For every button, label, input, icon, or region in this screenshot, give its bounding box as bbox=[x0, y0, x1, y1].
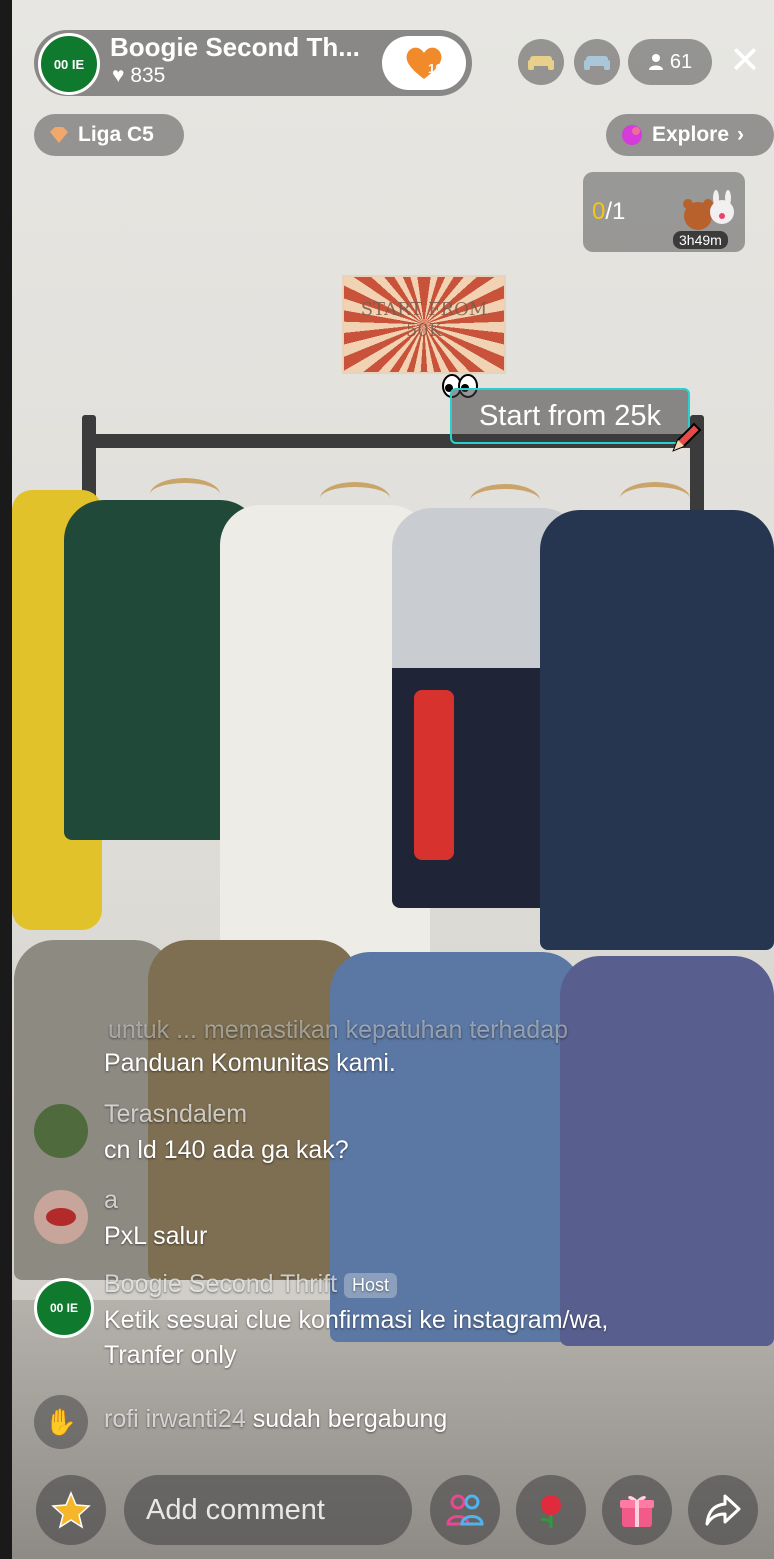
price-sticker: Start from 25k bbox=[450, 388, 690, 444]
join-text: sudah bergabung bbox=[252, 1405, 448, 1433]
door-frame bbox=[0, 0, 12, 1559]
likes-count: ♥ 835 bbox=[112, 64, 165, 88]
share-arrow-icon bbox=[705, 1494, 741, 1526]
top-viewer-seat-1[interactable] bbox=[518, 39, 564, 85]
star-button[interactable] bbox=[36, 1475, 106, 1545]
viewer-count: 61 bbox=[669, 50, 693, 73]
top-viewer-seat-2[interactable] bbox=[574, 39, 620, 85]
chat-message-text: Tranfer only bbox=[104, 1341, 237, 1369]
red-sleeve bbox=[414, 690, 454, 860]
live-stream-view: START FROM 50K 00 IE Boogie Second Th...… bbox=[0, 0, 774, 1559]
close-icon: ✕ bbox=[729, 40, 761, 82]
gift-button[interactable] bbox=[602, 1475, 672, 1545]
join-notice: rofi irwanti24 sudah bergabung bbox=[104, 1405, 447, 1434]
purple-sweater bbox=[560, 956, 774, 1346]
chat-username[interactable]: a bbox=[104, 1186, 118, 1215]
host-avatar[interactable]: 00 IE bbox=[38, 33, 100, 95]
navy-carhartt-sweater bbox=[540, 510, 774, 950]
people-icon bbox=[446, 1494, 484, 1526]
host-tag: Host bbox=[343, 1272, 397, 1298]
gift-badge-count: 10 bbox=[428, 61, 443, 76]
user-avatar[interactable] bbox=[34, 1190, 88, 1244]
league-badge[interactable]: Liga C5 bbox=[34, 114, 184, 156]
task-progress-total: /1 bbox=[605, 198, 626, 225]
host-name[interactable]: Boogie Second Th... bbox=[110, 32, 360, 63]
comment-placeholder: Add comment bbox=[146, 1493, 325, 1526]
chat-username[interactable]: Boogie Second Thrift bbox=[104, 1270, 337, 1298]
host-chat-header: Boogie Second Thrift Host bbox=[104, 1270, 397, 1299]
task-progress: 0/1 bbox=[592, 198, 625, 226]
chat-username[interactable]: Terasndalem bbox=[104, 1100, 247, 1129]
share-button[interactable] bbox=[688, 1475, 758, 1545]
explore-button[interactable]: Explore › bbox=[606, 114, 774, 156]
join-avatar: ✋ bbox=[34, 1395, 88, 1449]
league-label: Liga C5 bbox=[78, 123, 154, 146]
person-icon bbox=[648, 54, 663, 70]
price-sign-text: START FROM 50K bbox=[360, 299, 488, 341]
sofa-icon bbox=[528, 56, 554, 70]
join-username[interactable]: rofi irwanti24 bbox=[104, 1405, 246, 1433]
community-notice-top: untuk ... memastikan kepatuhan terhadap bbox=[108, 1016, 569, 1044]
viewer-count-button[interactable]: 61 bbox=[628, 39, 712, 85]
pencil-icon[interactable] bbox=[668, 420, 704, 456]
explore-label: Explore bbox=[652, 123, 730, 146]
comment-input[interactable]: Add comment bbox=[124, 1475, 412, 1545]
community-notice-bottom: Panduan Komunitas kami. bbox=[104, 1049, 396, 1077]
heart-icon: ♥ bbox=[112, 64, 125, 87]
host-avatar-text: 00 IE bbox=[53, 56, 85, 72]
sofa-icon bbox=[584, 56, 610, 70]
rose-gift-button[interactable] bbox=[516, 1475, 586, 1545]
wave-hand-icon: ✋ bbox=[44, 1406, 78, 1437]
eye-icon bbox=[46, 1208, 76, 1226]
star-icon bbox=[51, 1491, 91, 1529]
follow-gift-button[interactable]: 10 bbox=[382, 36, 466, 90]
gem-icon bbox=[50, 127, 68, 143]
close-button[interactable]: ✕ bbox=[724, 40, 766, 82]
host-chat-avatar[interactable]: 00 IE bbox=[34, 1278, 94, 1338]
user-avatar[interactable] bbox=[34, 1104, 88, 1158]
explore-icon bbox=[622, 125, 642, 145]
chat-message-text: PxL salur bbox=[104, 1222, 208, 1250]
price-sign: START FROM 50K bbox=[342, 275, 506, 374]
multi-guest-button[interactable] bbox=[430, 1475, 500, 1545]
task-progress-current: 0 bbox=[592, 198, 606, 225]
gift-icon bbox=[620, 1495, 654, 1527]
host-avatar-text: 00 IE bbox=[49, 1301, 79, 1315]
chevron-right-icon: › bbox=[737, 123, 745, 146]
chat-message-text: cn ld 140 ada ga kak? bbox=[104, 1136, 349, 1164]
rose-icon bbox=[540, 1495, 561, 1528]
task-timer: 3h49m bbox=[673, 231, 728, 249]
bear-bunny-icon bbox=[683, 190, 734, 230]
chat-message-text: Ketik sesuai clue konfirmasi ke instagra… bbox=[104, 1306, 609, 1334]
likes-value: 835 bbox=[130, 64, 166, 87]
